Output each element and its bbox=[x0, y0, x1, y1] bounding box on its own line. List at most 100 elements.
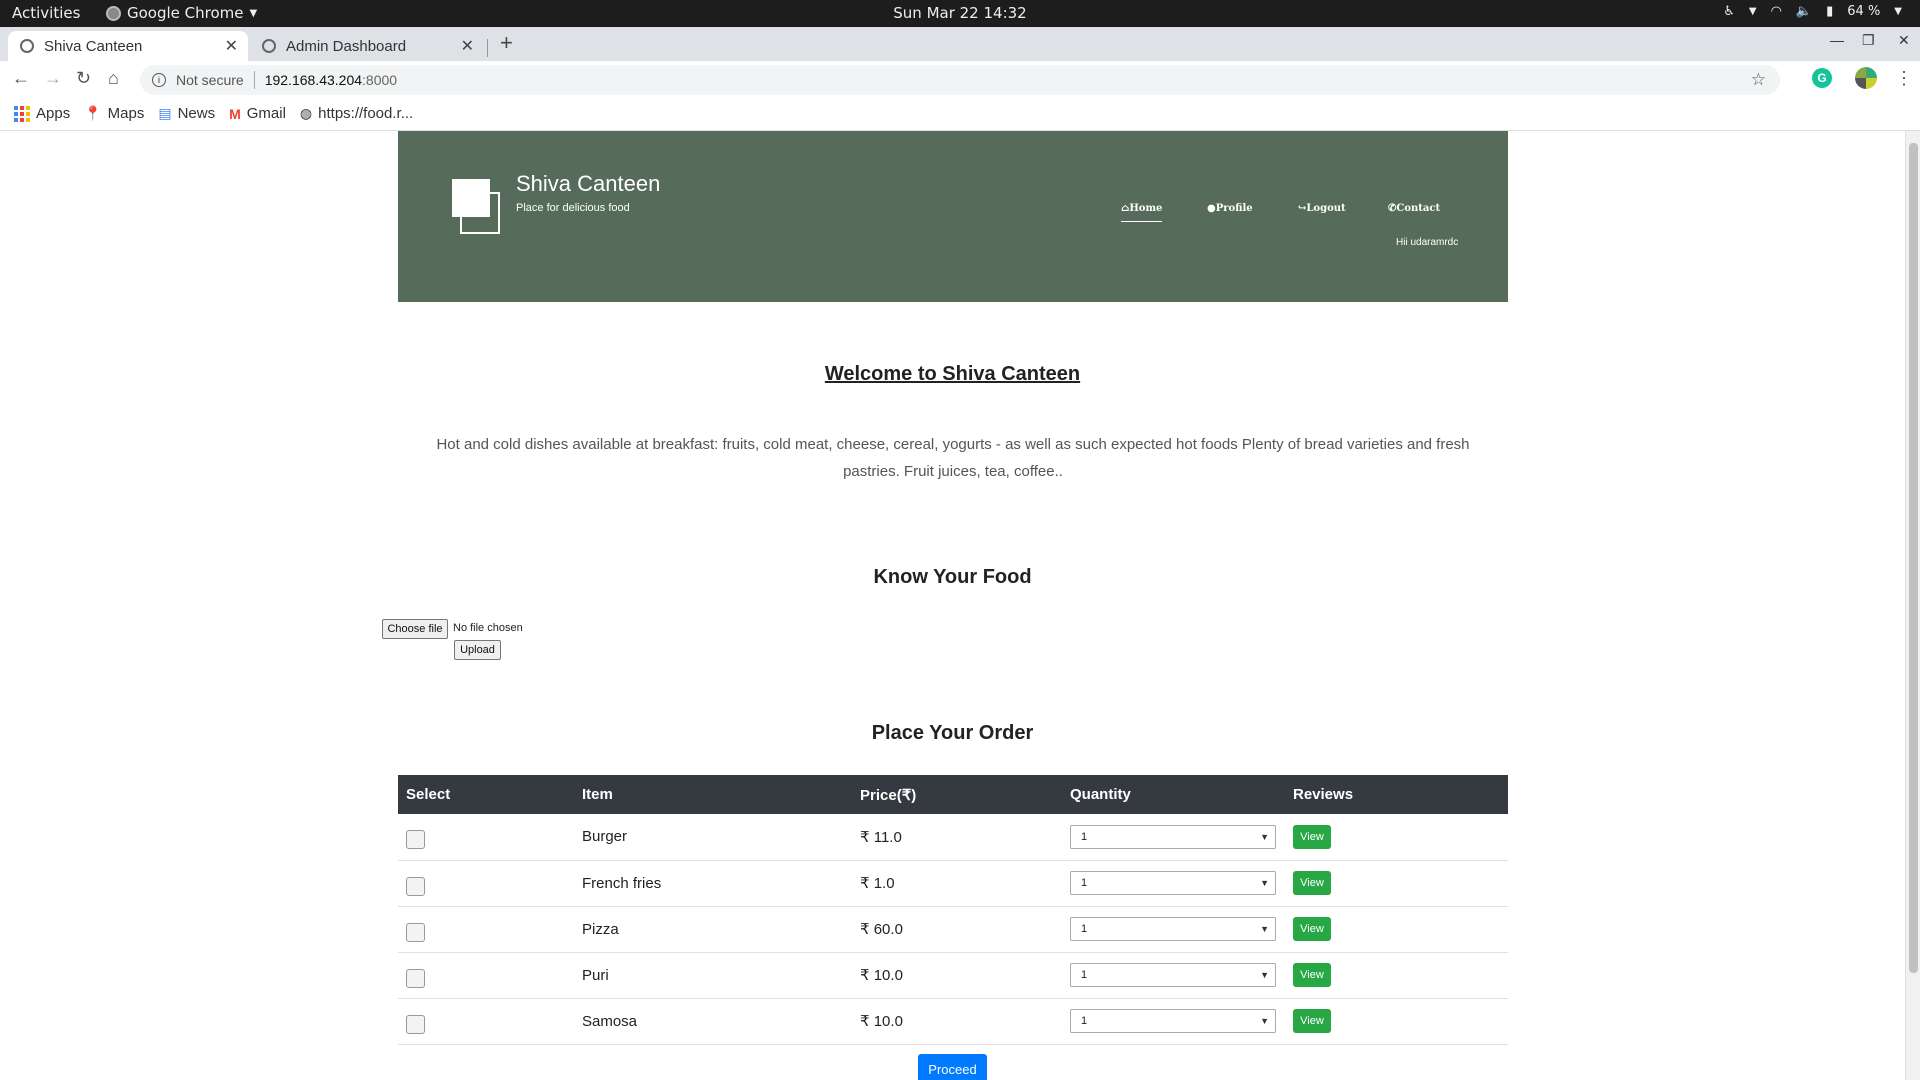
back-button[interactable]: ← bbox=[12, 68, 30, 89]
tab-shiva-canteen[interactable]: Shiva Canteen ✕ bbox=[8, 31, 248, 61]
accessibility-icon[interactable]: ♿ bbox=[1723, 4, 1735, 19]
select-checkbox[interactable] bbox=[406, 876, 425, 896]
bookmark-label: Gmail bbox=[246, 105, 286, 122]
battery-percent: 64 % bbox=[1847, 4, 1881, 19]
quantity-select[interactable]: 1 ▼ bbox=[1070, 963, 1276, 987]
item-price: ₹ 10.0 bbox=[852, 998, 1062, 1045]
reload-button[interactable]: ↻ bbox=[76, 68, 91, 89]
system-top-bar: Activities Google Chrome ▼ Sun Mar 22 14… bbox=[0, 0, 1920, 27]
view-reviews-button[interactable]: View bbox=[1293, 1009, 1331, 1033]
item-price: ₹ 10.0 bbox=[852, 952, 1062, 999]
chevron-down-icon: ▼ bbox=[1260, 831, 1269, 842]
url-port: :8000 bbox=[362, 72, 398, 88]
view-reviews-button[interactable]: View bbox=[1293, 963, 1331, 987]
upload-button[interactable]: Upload bbox=[454, 640, 501, 660]
tab-title: Admin Dashboard bbox=[286, 37, 407, 55]
column-header-quantity: Quantity bbox=[1062, 775, 1285, 814]
profile-avatar[interactable] bbox=[1855, 67, 1877, 89]
welcome-heading: Welcome to Shiva Canteen bbox=[824, 363, 1081, 385]
maps-icon: 📍 bbox=[84, 105, 102, 121]
restore-button[interactable]: ❐ bbox=[1862, 32, 1875, 49]
quantity-select[interactable]: 1 ▼ bbox=[1070, 1009, 1276, 1033]
choose-file-button[interactable]: Choose file bbox=[382, 619, 448, 639]
quantity-value: 1 bbox=[1081, 1015, 1088, 1027]
select-checkbox[interactable] bbox=[406, 1014, 425, 1034]
activities-button[interactable]: Activities bbox=[12, 4, 80, 22]
new-tab-button[interactable]: + bbox=[500, 30, 513, 56]
quantity-select[interactable]: 1 ▼ bbox=[1070, 917, 1276, 941]
column-header-price: Price(₹) bbox=[852, 775, 1062, 814]
item-price: ₹ 60.0 bbox=[852, 906, 1062, 953]
nav-logout[interactable]: ↪Logout bbox=[1298, 203, 1346, 214]
chevron-down-icon: ▼ bbox=[1260, 970, 1269, 980]
app-name: Google Chrome bbox=[127, 4, 244, 22]
item-name: Puri bbox=[574, 952, 852, 999]
page-scrollbar[interactable] bbox=[1905, 131, 1920, 1080]
view-reviews-button[interactable]: View bbox=[1293, 917, 1331, 941]
user-icon: ● bbox=[1207, 203, 1216, 214]
quantity-select[interactable]: 1 ▼ bbox=[1070, 871, 1276, 895]
globe-icon: ◍ bbox=[299, 105, 313, 121]
nav-contact[interactable]: ✆Contact bbox=[1388, 203, 1440, 214]
browser-toolbar: ← → ↻ ⌂ i Not secure 192.168.43.204 :800… bbox=[0, 61, 1920, 97]
chevron-down-icon: ▼ bbox=[1260, 924, 1269, 934]
nav-label: Profile bbox=[1215, 203, 1253, 214]
column-header-select: Select bbox=[398, 775, 574, 814]
nav-home[interactable]: ⌂Home bbox=[1121, 203, 1163, 222]
chevron-down-icon: ▼ bbox=[249, 7, 258, 19]
bookmark-gmail[interactable]: M Gmail bbox=[229, 105, 286, 122]
close-icon[interactable]: ✕ bbox=[225, 36, 238, 56]
info-icon[interactable]: i bbox=[152, 73, 166, 87]
order-table: Select Item Price(₹) Quantity Reviews Bu… bbox=[398, 775, 1508, 1045]
close-window-button[interactable]: ✕ bbox=[1898, 32, 1910, 49]
address-bar[interactable]: i Not secure 192.168.43.204 :8000 ☆ bbox=[140, 65, 1780, 95]
proceed-button[interactable]: Proceed bbox=[918, 1054, 987, 1080]
bookmark-label: Apps bbox=[36, 105, 71, 122]
system-tray[interactable]: ♿ ▼ ◠ 🔈 ▮ 64 % ▼ bbox=[1723, 4, 1902, 19]
bookmark-news[interactable]: ▤ News bbox=[158, 105, 215, 122]
tab-title: Shiva Canteen bbox=[44, 37, 143, 55]
divider bbox=[253, 71, 255, 89]
select-checkbox[interactable] bbox=[406, 968, 425, 988]
know-food-heading: Know Your Food bbox=[873, 566, 1032, 588]
star-icon[interactable]: ☆ bbox=[1751, 70, 1766, 90]
select-checkbox[interactable] bbox=[406, 830, 425, 850]
view-reviews-button[interactable]: View bbox=[1293, 824, 1331, 849]
bookmark-label: News bbox=[177, 105, 216, 122]
quantity-value: 1 bbox=[1081, 923, 1088, 935]
app-menu[interactable]: Google Chrome ▼ bbox=[106, 4, 257, 22]
bookmark-food[interactable]: ◍ https://food.r... bbox=[300, 105, 413, 122]
site-header: Shiva Canteen Place for delicious food ⌂… bbox=[398, 131, 1508, 302]
table-row: Samosa ₹ 10.0 1 ▼ View bbox=[398, 998, 1508, 1045]
quantity-select[interactable]: 1 ▼ bbox=[1070, 824, 1276, 849]
logo bbox=[452, 179, 490, 217]
volume-icon: 🔈 bbox=[1795, 4, 1813, 19]
url-host: 192.168.43.204 bbox=[264, 72, 363, 88]
close-icon[interactable]: ✕ bbox=[461, 36, 474, 56]
forward-button[interactable]: → bbox=[44, 68, 62, 89]
view-reviews-button[interactable]: View bbox=[1293, 871, 1331, 895]
item-name: Burger bbox=[574, 814, 852, 861]
apps-grid-icon bbox=[14, 105, 30, 122]
bookmark-maps[interactable]: 📍 Maps bbox=[84, 105, 144, 122]
wifi-icon: ◠ bbox=[1770, 4, 1782, 19]
item-name: Samosa bbox=[574, 998, 852, 1045]
minimize-button[interactable]: — bbox=[1830, 32, 1844, 48]
menu-kebab-icon[interactable]: ⋮ bbox=[1895, 68, 1913, 89]
chevron-down-icon: ▼ bbox=[1894, 6, 1902, 17]
item-name: French fries bbox=[574, 860, 852, 907]
welcome-text: Hot and cold dishes available at breakfa… bbox=[436, 436, 1470, 480]
nav-profile[interactable]: ●Profile bbox=[1207, 203, 1253, 214]
column-header-reviews: Reviews bbox=[1285, 775, 1508, 814]
clock[interactable]: Sun Mar 22 14:32 bbox=[0, 4, 1920, 22]
item-price: ₹ 11.0 bbox=[852, 814, 1062, 861]
bookmark-apps[interactable]: Apps bbox=[14, 105, 70, 122]
select-checkbox[interactable] bbox=[406, 922, 425, 942]
quantity-value: 1 bbox=[1081, 877, 1088, 889]
grammarly-extension-icon[interactable]: G bbox=[1812, 68, 1832, 88]
scrollbar-thumb[interactable] bbox=[1909, 143, 1918, 973]
tab-admin-dashboard[interactable]: Admin Dashboard ✕ bbox=[250, 31, 484, 61]
home-button[interactable]: ⌂ bbox=[108, 68, 119, 89]
chrome-icon bbox=[106, 5, 121, 21]
nav-label: Home bbox=[1129, 203, 1163, 214]
